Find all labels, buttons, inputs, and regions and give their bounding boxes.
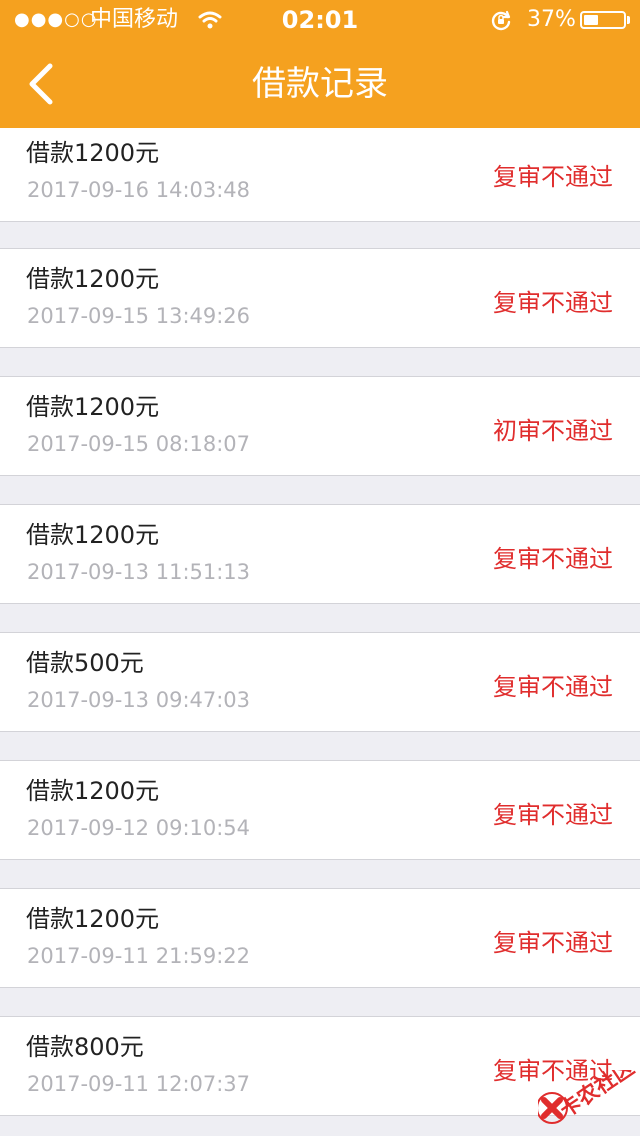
loan-time: 2017-09-15 08:18:07: [27, 432, 251, 456]
review-status: 复审不通过: [493, 673, 613, 701]
list-item[interactable]: 借款500元 2017-09-13 09:47:03 复审不通过: [0, 632, 640, 732]
watermark-text: 卡农社区: [555, 1070, 638, 1122]
loan-amount: 借款1200元: [26, 777, 160, 805]
loan-time: 2017-09-13 11:51:13: [27, 560, 251, 584]
loan-amount: 借款1200元: [26, 139, 160, 167]
loan-record-list[interactable]: 借款1200元 2017-09-16 14:03:48 复审不通过 借款1200…: [0, 0, 640, 1136]
list-item[interactable]: 借款1200元 2017-09-12 09:10:54 复审不通过: [0, 760, 640, 860]
loan-time: 2017-09-15 13:49:26: [27, 304, 251, 328]
loan-time: 2017-09-11 21:59:22: [27, 944, 251, 968]
battery-icon: [580, 11, 626, 29]
loan-time: 2017-09-12 09:10:54: [27, 816, 251, 840]
loan-amount: 借款1200元: [26, 393, 160, 421]
list-item[interactable]: 借款1200元 2017-09-16 14:03:48 复审不通过: [0, 122, 640, 222]
kanong-logo-icon: 卡农社区: [538, 1070, 638, 1124]
list-item[interactable]: 借款1200元 2017-09-15 08:18:07 初审不通过: [0, 376, 640, 476]
review-status: 复审不通过: [493, 545, 613, 573]
battery-level: [584, 15, 598, 25]
navigation-bar: 借款记录: [0, 40, 640, 128]
loan-time: 2017-09-16 14:03:48: [27, 178, 251, 202]
review-status: 复审不通过: [493, 929, 613, 957]
page-title: 借款记录: [252, 64, 388, 104]
rotation-lock-icon: [491, 10, 511, 31]
review-status: 复审不通过: [493, 163, 613, 191]
header-bar: ●●●○○ 中国移动 02:01 37% 借款记录: [0, 0, 640, 128]
review-status: 复审不通过: [493, 801, 613, 829]
battery-percent: 37%: [527, 7, 576, 32]
loan-amount: 借款1200元: [26, 521, 160, 549]
status-bar: ●●●○○ 中国移动 02:01 37%: [0, 0, 640, 40]
loan-amount: 借款800元: [26, 1033, 144, 1061]
list-item[interactable]: 借款1200元 2017-09-11 21:59:22 复审不通过: [0, 888, 640, 988]
review-status: 初审不通过: [493, 417, 613, 445]
loan-time: 2017-09-11 12:07:37: [27, 1072, 251, 1096]
loan-amount: 借款500元: [26, 649, 144, 677]
list-item[interactable]: 借款1200元 2017-09-15 13:49:26 复审不通过: [0, 248, 640, 348]
loan-amount: 借款1200元: [26, 905, 160, 933]
screen: 借款1200元 2017-09-16 14:03:48 复审不通过 借款1200…: [0, 0, 640, 1136]
review-status: 复审不通过: [493, 289, 613, 317]
loan-time: 2017-09-13 09:47:03: [27, 688, 251, 712]
loan-amount: 借款1200元: [26, 265, 160, 293]
battery-tip: [627, 16, 630, 24]
list-item[interactable]: 借款1200元 2017-09-13 11:51:13 复审不通过: [0, 504, 640, 604]
